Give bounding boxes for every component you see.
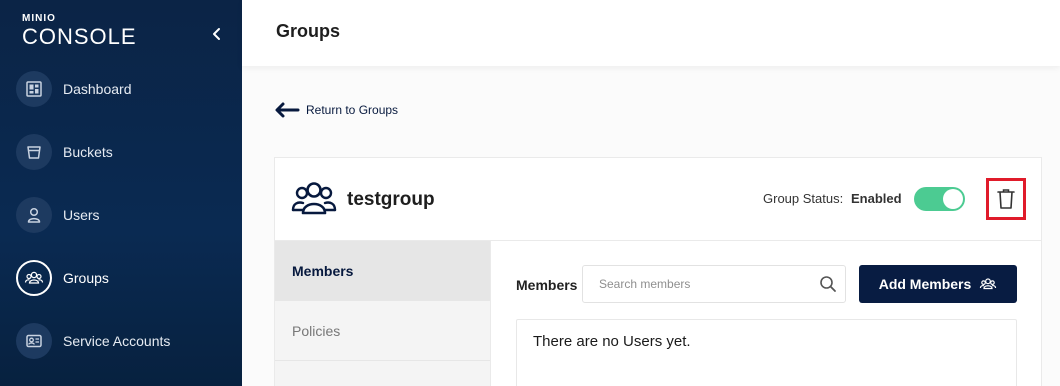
dashboard-icon	[16, 71, 52, 107]
bucket-icon	[16, 134, 52, 170]
empty-state-text: There are no Users yet.	[533, 333, 691, 350]
logo-brand: MINIO	[22, 13, 56, 24]
return-to-groups-link[interactable]: Return to Groups	[274, 101, 398, 119]
tab-members[interactable]: Members	[275, 241, 490, 301]
sidebar-item-buckets[interactable]: Buckets	[16, 133, 236, 171]
groups-icon	[16, 260, 52, 296]
sidebar-item-label: Users	[63, 207, 100, 223]
groups-icon	[980, 278, 997, 290]
delete-group-button[interactable]	[986, 178, 1026, 220]
group-status-value: Enabled	[851, 191, 902, 206]
add-members-label: Add Members	[878, 276, 972, 292]
chevron-left-icon	[213, 28, 220, 40]
search-icon[interactable]	[811, 275, 845, 293]
tab-policies[interactable]: Policies	[275, 301, 490, 361]
group-icon	[291, 182, 337, 215]
logo-product: CONSOLE	[22, 24, 137, 49]
page-header: Groups	[242, 0, 1060, 66]
logo[interactable]: MINIO CONSOLE	[22, 14, 137, 49]
sidebar-item-label: Groups	[63, 270, 109, 286]
members-list: There are no Users yet.	[516, 319, 1017, 386]
group-status-label: Group Status:	[763, 191, 844, 206]
toggle-knob	[943, 189, 963, 209]
search-members-input[interactable]	[583, 277, 811, 291]
collapse-sidebar-button[interactable]	[208, 24, 226, 44]
group-details-card: testgroup Group Status: Enabled Members …	[274, 157, 1042, 386]
group-tabs: Members Policies	[275, 241, 491, 386]
user-icon	[16, 197, 52, 233]
arrow-left-icon	[275, 102, 300, 118]
group-details-header: testgroup Group Status: Enabled	[275, 158, 1041, 241]
group-status-toggle[interactable]	[914, 187, 965, 211]
trash-icon	[997, 189, 1015, 209]
sidebar: MINIO CONSOLE Dashboard Buckets Users Gr…	[0, 0, 242, 386]
add-members-button[interactable]: Add Members	[859, 265, 1017, 303]
sidebar-item-service-accounts[interactable]: Service Accounts	[16, 322, 236, 360]
sidebar-item-groups[interactable]: Groups	[16, 259, 236, 297]
sidebar-item-label: Dashboard	[63, 81, 132, 97]
sidebar-item-label: Service Accounts	[63, 333, 171, 349]
group-name: testgroup	[347, 189, 435, 210]
page-title: Groups	[276, 21, 341, 41]
members-heading: Members	[516, 277, 578, 293]
sidebar-item-users[interactable]: Users	[16, 196, 236, 234]
sidebar-item-dashboard[interactable]: Dashboard	[16, 70, 236, 108]
service-account-icon	[16, 323, 52, 359]
sidebar-item-label: Buckets	[63, 144, 113, 160]
return-to-groups-label: Return to Groups	[306, 103, 399, 117]
search-members-box[interactable]	[582, 265, 846, 303]
